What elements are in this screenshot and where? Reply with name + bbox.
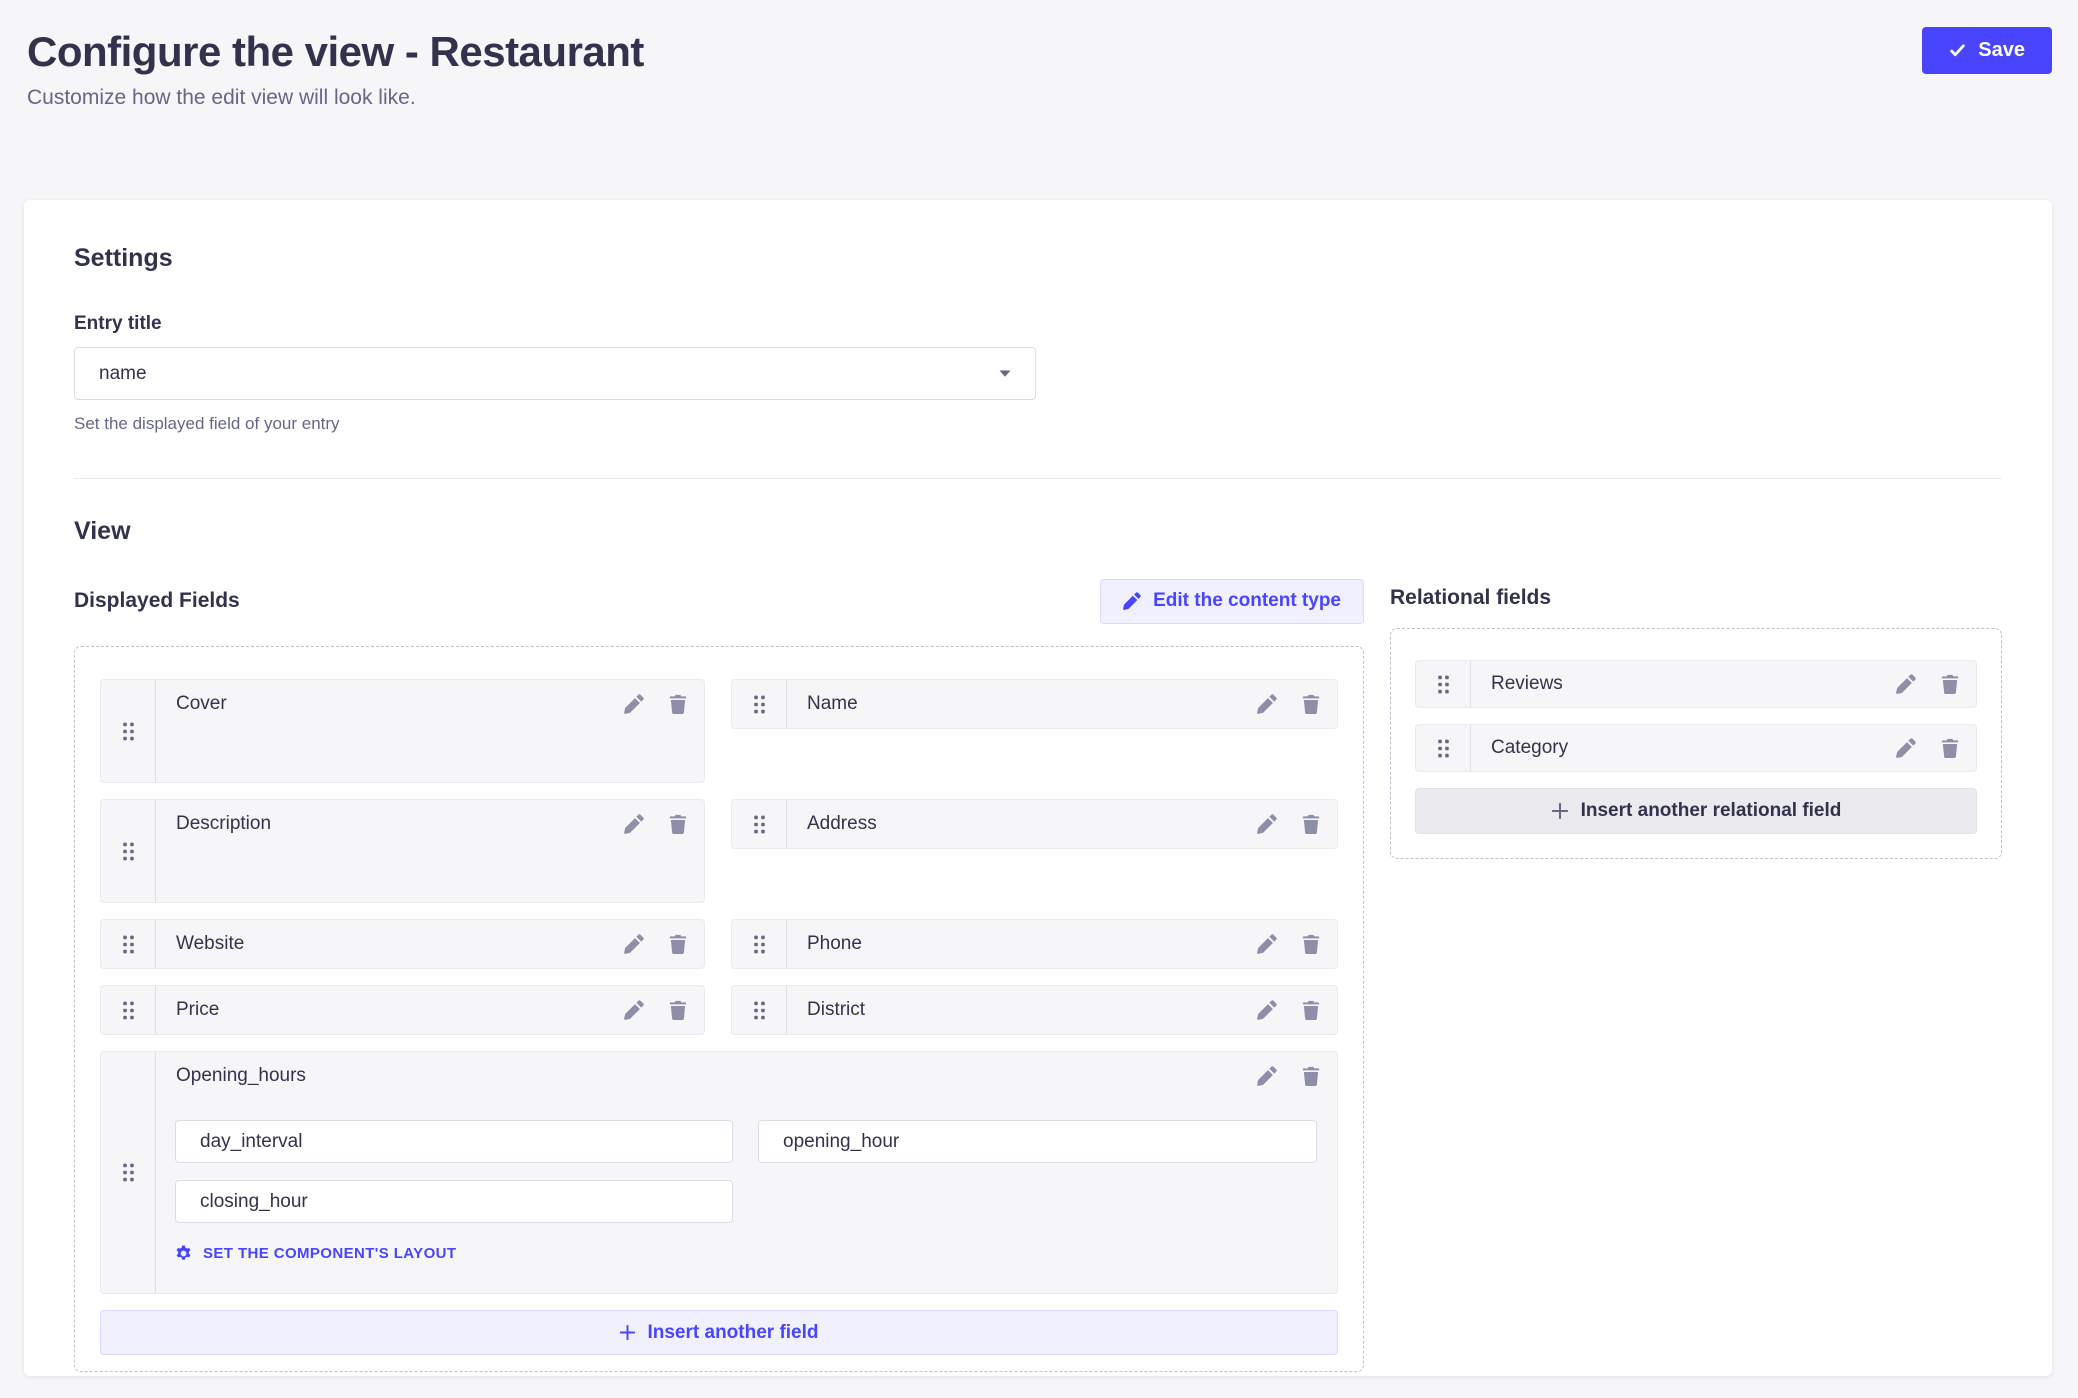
view-heading: View: [74, 517, 2002, 546]
insert-another-field-label: Insert another field: [647, 1322, 818, 1344]
field-card-label: Price: [176, 999, 624, 1021]
pencil-icon[interactable]: [1257, 1000, 1277, 1020]
pencil-icon[interactable]: [1257, 694, 1277, 714]
check-icon: [1949, 42, 1966, 59]
entry-title-select-value: name: [99, 363, 147, 385]
trash-icon[interactable]: [668, 934, 688, 954]
field-card-district: District: [731, 985, 1338, 1035]
page-subtitle: Customize how the edit view will look li…: [27, 86, 2052, 110]
gear-icon: [175, 1245, 192, 1262]
entry-title-label: Entry title: [74, 313, 2002, 335]
trash-icon[interactable]: [668, 814, 688, 834]
field-card-label: Description: [176, 813, 624, 835]
trash-icon[interactable]: [1940, 674, 1960, 694]
trash-icon[interactable]: [668, 694, 688, 714]
field-card-price: Price: [100, 985, 705, 1035]
pencil-icon[interactable]: [624, 934, 644, 954]
trash-icon[interactable]: [1301, 934, 1321, 954]
edit-content-type-label: Edit the content type: [1153, 590, 1341, 612]
view-section: View Displayed Fields Edit the content t…: [74, 517, 2002, 1372]
drag-handle-icon[interactable]: [101, 800, 156, 902]
relational-card-reviews: Reviews: [1415, 660, 1977, 708]
subfield-closing-hour[interactable]: closing_hour: [175, 1180, 733, 1223]
drag-handle-icon[interactable]: [732, 680, 787, 728]
drag-handle-icon[interactable]: [101, 920, 156, 968]
relational-fields-column: Relational fields Reviews: [1390, 578, 2002, 859]
trash-icon[interactable]: [1940, 738, 1960, 758]
field-card-website: Website: [100, 919, 705, 969]
drag-handle-icon[interactable]: [1416, 725, 1471, 771]
drag-handle-icon[interactable]: [1416, 661, 1471, 707]
drag-handle-icon[interactable]: [101, 986, 156, 1034]
field-row: Cover Name: [100, 679, 1338, 783]
entry-title-select[interactable]: name: [74, 347, 1036, 400]
settings-section: Settings Entry title name Set the displa…: [74, 244, 2002, 434]
field-card-label: Name: [807, 693, 1257, 715]
field-card-description: Description: [100, 799, 705, 903]
set-component-layout-label: SET THE COMPONENT'S LAYOUT: [203, 1245, 456, 1262]
trash-icon[interactable]: [1301, 694, 1321, 714]
displayed-fields-container: Cover Name: [74, 646, 1364, 1372]
field-card-cover: Cover: [100, 679, 705, 783]
field-row: Website Phone: [100, 919, 1338, 969]
displayed-fields-column: Displayed Fields Edit the content type: [74, 578, 1364, 1372]
trash-icon[interactable]: [1301, 1066, 1321, 1086]
pencil-icon: [1123, 592, 1141, 610]
subfield-opening-hour[interactable]: opening_hour: [758, 1120, 1317, 1163]
field-card-label: Cover: [176, 693, 624, 715]
field-card-phone: Phone: [731, 919, 1338, 969]
drag-handle-icon[interactable]: [732, 986, 787, 1034]
pencil-icon[interactable]: [1257, 1066, 1277, 1086]
section-divider: [74, 478, 2002, 479]
field-card-label: Address: [807, 813, 1257, 835]
pencil-icon[interactable]: [624, 814, 644, 834]
displayed-fields-label: Displayed Fields: [74, 589, 240, 613]
relational-fields-container: Reviews Category: [1390, 628, 2002, 859]
pencil-icon[interactable]: [1257, 934, 1277, 954]
pencil-icon[interactable]: [1896, 674, 1916, 694]
field-row: Price District: [100, 985, 1338, 1035]
relational-card-category: Category: [1415, 724, 1977, 772]
field-card-opening-hours: Opening_hours day_interval opening_hour: [100, 1051, 1338, 1294]
field-card-address: Address: [731, 799, 1338, 849]
component-label: Opening_hours: [176, 1065, 1257, 1087]
main-panel: Settings Entry title name Set the displa…: [24, 200, 2052, 1376]
pencil-icon[interactable]: [624, 694, 644, 714]
trash-icon[interactable]: [1301, 814, 1321, 834]
save-button-label: Save: [1978, 39, 2025, 62]
edit-content-type-button[interactable]: Edit the content type: [1100, 579, 1364, 624]
drag-handle-icon[interactable]: [101, 680, 156, 782]
trash-icon[interactable]: [1301, 1000, 1321, 1020]
insert-another-field-button[interactable]: Insert another field: [100, 1310, 1338, 1355]
drag-handle-icon[interactable]: [732, 920, 787, 968]
trash-icon[interactable]: [668, 1000, 688, 1020]
entry-title-help: Set the displayed field of your entry: [74, 414, 2002, 434]
field-card-label: Website: [176, 933, 624, 955]
drag-handle-icon[interactable]: [101, 1052, 156, 1293]
settings-heading: Settings: [74, 244, 2002, 273]
pencil-icon[interactable]: [1896, 738, 1916, 758]
insert-another-relational-field-label: Insert another relational field: [1581, 800, 1842, 822]
plus-icon: [619, 1324, 636, 1341]
field-card-label: Phone: [807, 933, 1257, 955]
insert-another-relational-field-button[interactable]: Insert another relational field: [1415, 788, 1977, 834]
page-title: Configure the view - Restaurant: [27, 28, 2052, 76]
pencil-icon[interactable]: [1257, 814, 1277, 834]
plus-icon: [1551, 802, 1569, 820]
pencil-icon[interactable]: [624, 1000, 644, 1020]
save-button[interactable]: Save: [1922, 27, 2052, 74]
field-row: Description Address: [100, 799, 1338, 903]
subfield-day-interval[interactable]: day_interval: [175, 1120, 733, 1163]
set-component-layout-link[interactable]: SET THE COMPONENT'S LAYOUT: [175, 1245, 456, 1262]
relational-fields-label: Relational fields: [1390, 586, 2002, 610]
field-card-label: District: [807, 999, 1257, 1021]
relational-card-label: Reviews: [1491, 673, 1896, 695]
drag-handle-icon[interactable]: [732, 800, 787, 848]
field-card-name: Name: [731, 679, 1338, 729]
page-header: Configure the view - Restaurant Customiz…: [0, 0, 2078, 200]
relational-card-label: Category: [1491, 737, 1896, 759]
caret-down-icon: [999, 370, 1011, 377]
